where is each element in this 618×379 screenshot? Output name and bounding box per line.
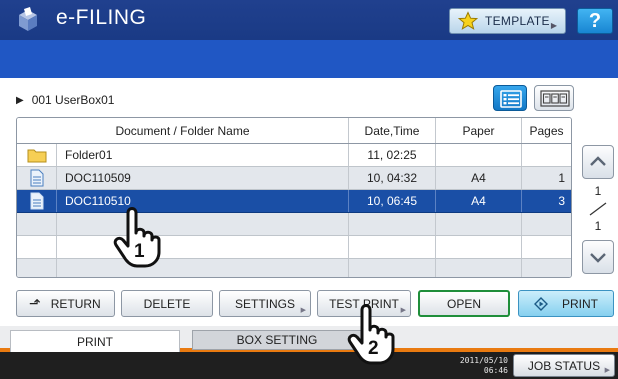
play-arrow-icon: ▶ — [16, 94, 24, 106]
box-name: 001 UserBox01 — [31, 93, 115, 107]
clock-time: 06:46 — [483, 366, 508, 375]
job-status-button[interactable]: JOB STATUS ▶ — [513, 354, 615, 377]
empty-row — [17, 259, 571, 277]
empty-row — [17, 213, 571, 236]
column-header-paper: Paper — [436, 118, 522, 143]
efiling-screen: e-FILING TEMPLATE ▶ ? ▶ 001 UserBox01 Do… — [0, 0, 618, 379]
row-name: DOC110510 — [57, 190, 349, 212]
folder-icon — [17, 144, 57, 166]
row-paper — [436, 144, 522, 166]
settings-label: SETTINGS — [234, 296, 295, 311]
row-date: 11, 02:25 — [349, 144, 436, 166]
chevron-down-icon: ▶ — [550, 21, 557, 30]
return-arrow-icon: ⬏ — [29, 295, 41, 311]
row-paper: A4 — [436, 167, 522, 189]
scroll-up-button[interactable] — [582, 145, 614, 179]
tab-print[interactable]: PRINT — [10, 330, 180, 352]
chevron-right-icon: ▶ — [300, 307, 306, 314]
row-date: 10, 04:32 — [349, 167, 436, 189]
breadcrumb: ▶ 001 UserBox01 — [16, 93, 114, 107]
empty-row — [17, 236, 571, 259]
chevron-up-icon — [590, 156, 606, 166]
page-indicator: 1 1 — [584, 184, 612, 233]
info-band — [0, 40, 618, 78]
pointing-hand-icon: 2 — [347, 304, 395, 365]
row-date: 10, 06:45 — [349, 190, 436, 212]
job-status-label: JOB STATUS — [527, 358, 601, 373]
document-icon — [17, 167, 57, 189]
template-button[interactable]: TEMPLATE ▶ — [449, 8, 566, 34]
file-list-table: Document / Folder Name Date,Time Paper P… — [16, 117, 572, 278]
list-view-icon — [500, 90, 522, 108]
column-header-date: Date,Time — [349, 118, 436, 143]
column-header-pages: Pages — [529, 123, 564, 138]
row-pages: 3 — [558, 194, 565, 208]
title-bar: e-FILING TEMPLATE ▶ ? — [0, 0, 618, 40]
page-divider — [589, 202, 607, 216]
row-name: DOC110509 — [57, 167, 349, 189]
thumbnail-view-button[interactable] — [534, 85, 574, 111]
current-page: 1 — [594, 184, 602, 198]
settings-button[interactable]: SETTINGS ▶ — [219, 290, 311, 317]
row-pages: 1 — [558, 171, 565, 185]
app-title: e-FILING — [56, 6, 147, 29]
print-label: PRINT — [562, 296, 598, 311]
table-row[interactable]: DOC110509 10, 04:32 A4 1 — [17, 167, 571, 190]
step-2-label: 2 — [368, 338, 379, 359]
thumbnail-view-icon — [540, 90, 570, 107]
star-icon — [458, 11, 478, 30]
chevron-right-icon: ▶ — [400, 307, 406, 314]
print-diamond-icon — [534, 296, 548, 311]
step-1-label: 1 — [134, 241, 145, 262]
row-pages — [522, 144, 571, 166]
chevron-right-icon: ▶ — [604, 367, 610, 374]
efiling-box-icon — [19, 7, 37, 31]
print-button[interactable]: PRINT — [518, 290, 614, 317]
row-name: Folder01 — [57, 144, 349, 166]
table-row[interactable]: Folder01 11, 02:25 — [17, 144, 571, 167]
help-button[interactable]: ? — [577, 8, 613, 34]
chevron-down-icon — [590, 253, 606, 263]
document-icon — [17, 190, 57, 212]
list-view-button[interactable] — [493, 85, 527, 111]
pointing-hand-icon: 1 — [113, 207, 161, 268]
clock-date: 2011/05/10 — [459, 356, 508, 365]
scroll-down-button[interactable] — [582, 240, 614, 274]
table-header: Document / Folder Name Date,Time Paper P… — [17, 118, 571, 144]
tab-box-setting[interactable]: BOX SETTING — [192, 330, 362, 350]
delete-button[interactable]: DELETE — [121, 290, 213, 317]
clock: 2011/05/10 06:46 — [446, 356, 508, 376]
return-label: RETURN — [50, 296, 101, 311]
return-button[interactable]: ⬏ RETURN — [16, 290, 115, 317]
bottom-bar: PRINT BOX SETTING 2011/05/10 06:46 JOB S… — [0, 326, 618, 379]
table-row-selected[interactable]: DOC110510 10, 06:45 A4 3 — [17, 190, 571, 213]
template-label: TEMPLATE — [485, 14, 550, 28]
open-button[interactable]: OPEN — [418, 290, 510, 317]
total-pages: 1 — [594, 219, 602, 233]
column-header-name: Document / Folder Name — [17, 118, 349, 143]
row-paper: A4 — [436, 190, 522, 212]
